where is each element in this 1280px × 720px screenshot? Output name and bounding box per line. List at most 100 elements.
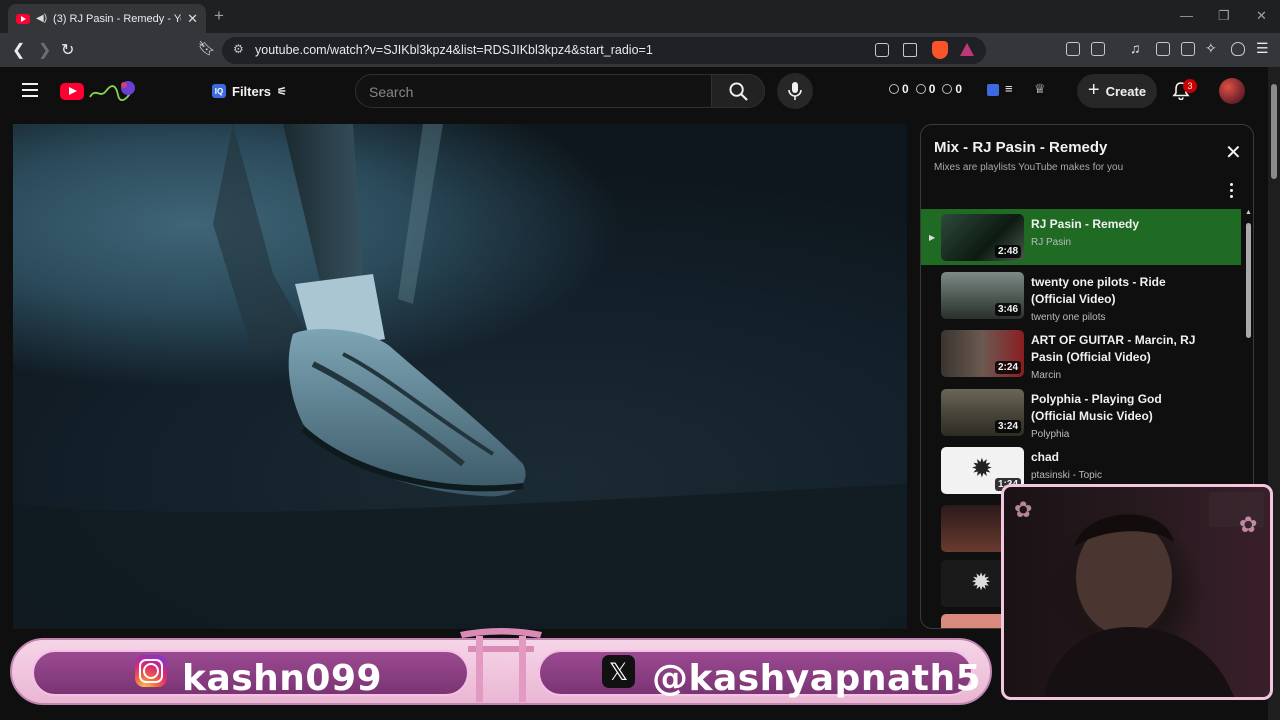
plus-icon: + <box>1087 78 1100 101</box>
webcam-feed: ✿ ✿ <box>1014 492 1264 697</box>
site-info-icon[interactable]: ⚙ <box>233 42 244 56</box>
new-tab-button[interactable]: + <box>214 6 224 26</box>
forward-icon[interactable]: ❯ <box>38 40 51 60</box>
browser-tab-strip: ◀) (3) RJ Pasin - Remedy - YouTube ✕ + —… <box>0 0 1280 33</box>
filters-button[interactable]: IQ Filters ⚟ <box>204 77 292 105</box>
create-button[interactable]: + Create <box>1077 74 1157 108</box>
wallet-icon[interactable] <box>1181 42 1195 56</box>
duration: 3:46 <box>994 303 1021 316</box>
close-window-icon[interactable]: ✕ <box>1256 8 1267 24</box>
duration: 3:24 <box>994 420 1021 433</box>
youtube-header: IQ Filters ⚟ 0 0 0 ≡ ♕ + Create 3 <box>0 67 1268 115</box>
svg-text:✿: ✿ <box>1239 512 1257 537</box>
minimize-icon[interactable]: — <box>1180 8 1193 23</box>
playlist-item[interactable]: 3:46 twenty one pilots - Ride (Official … <box>921 267 1241 323</box>
media-icon[interactable]: ♫ <box>1130 40 1141 56</box>
playlist-subtitle: Mixes are playlists YouTube makes for yo… <box>934 162 1124 173</box>
video-title[interactable]: RJ Pasin - Remedy <box>1031 216 1206 233</box>
voice-search-button[interactable] <box>777 73 813 109</box>
playlist-title[interactable]: Mix - RJ Pasin - Remedy <box>934 139 1107 156</box>
url-text: youtube.com/watch?v=SJIKbl3kpz4&list=RDS… <box>255 43 653 57</box>
share-icon[interactable] <box>903 43 917 57</box>
maximize-icon[interactable]: ❐ <box>1218 8 1230 24</box>
list-icon[interactable]: ≡ <box>1005 81 1013 96</box>
search-button[interactable] <box>711 74 765 108</box>
search-icon <box>729 82 748 101</box>
speaker-icon[interactable]: ◀) <box>36 13 47 24</box>
duration: 2:48 <box>994 245 1021 258</box>
webcam-overlay: ✿ ✿ <box>1001 484 1273 700</box>
browser-menu-icon[interactable]: ☰ <box>1256 40 1269 57</box>
stat-2: 0 <box>928 82 936 96</box>
stat-3: 0 <box>955 82 963 96</box>
star-icon: ✹ <box>971 453 993 483</box>
playlist-item[interactable]: 2:24 ART OF GUITAR - Marcin, RJ Pasin (O… <box>921 325 1241 381</box>
clock-icon <box>889 84 899 94</box>
scroll-up-icon[interactable]: ▲ <box>1245 209 1252 216</box>
playlist-item[interactable]: 3:24 Polyphia - Playing God (Official Mu… <box>921 384 1241 440</box>
video-thumbnail[interactable]: 3:46 <box>941 272 1024 319</box>
browser-toolbar: ❮ ❯ ↻ 🔖︎ ⚙ youtube.com/watch?v=SJIKbl3kp… <box>0 33 1280 67</box>
brave-rewards-icon[interactable] <box>960 43 974 56</box>
youtube-favicon-icon <box>16 13 30 24</box>
microphone-icon <box>788 82 802 100</box>
search-input[interactable] <box>369 82 699 102</box>
tab-title: (3) RJ Pasin - Remedy - YouTube <box>53 12 181 25</box>
leo-ai-icon[interactable]: ✧ <box>1205 40 1217 57</box>
close-tab-icon[interactable]: ✕ <box>187 11 198 27</box>
filters-label: Filters <box>232 83 272 99</box>
sidebar-icon[interactable] <box>1156 42 1170 56</box>
reload-icon[interactable]: ↻ <box>61 40 74 60</box>
youtube-doodle-icon[interactable] <box>88 79 138 103</box>
instagram-handle: kashn099 <box>182 658 383 699</box>
video-thumbnail[interactable]: 2:48 <box>941 214 1024 261</box>
video-thumbnail[interactable]: 2:24 <box>941 330 1024 377</box>
trophy-icon[interactable]: ♕ <box>1034 81 1046 97</box>
channel-name: Marcin <box>1031 370 1062 381</box>
eye-icon <box>915 84 926 94</box>
address-bar[interactable]: ⚙ youtube.com/watch?v=SJIKbl3kpz4&list=R… <box>222 37 986 64</box>
stat-1: 0 <box>902 82 909 96</box>
channel-name: Polyphia <box>1031 429 1070 440</box>
browser-tab[interactable]: ◀) (3) RJ Pasin - Remedy - YouTube ✕ <box>8 4 206 33</box>
back-icon[interactable]: ❮ <box>12 40 25 60</box>
eye-icon <box>942 84 953 94</box>
video-title[interactable]: chad <box>1031 449 1206 466</box>
brave-shield-icon[interactable] <box>932 41 948 59</box>
video-title[interactable]: Polyphia - Playing God (Official Music V… <box>1031 391 1206 425</box>
instagram-icon <box>135 655 167 687</box>
sliders-icon: ⚟ <box>277 85 287 98</box>
duration: 2:24 <box>994 361 1021 374</box>
channel-name: ptasinski - Topic <box>1031 470 1102 481</box>
more-options-icon[interactable] <box>1230 183 1234 199</box>
svg-text:✿: ✿ <box>1014 497 1032 522</box>
translate-icon[interactable] <box>1091 42 1105 56</box>
notification-badge: 3 <box>1183 79 1197 93</box>
create-label: Create <box>1105 83 1147 99</box>
video-title[interactable]: ART OF GUITAR - Marcin, RJ Pasin (Offici… <box>1031 332 1206 366</box>
star-icon: ✹ <box>971 569 992 596</box>
bookmark-icon[interactable]: 🔖︎ <box>198 40 216 57</box>
hamburger-menu-icon[interactable] <box>22 83 38 97</box>
youtube-logo-icon[interactable] <box>60 83 84 100</box>
torii-gate-icon <box>460 628 542 702</box>
video-player[interactable] <box>13 124 907 629</box>
extensions-icon[interactable] <box>1066 42 1080 56</box>
playlist-item[interactable]: ▶ 2:48 RJ Pasin - Remedy RJ Pasin <box>921 209 1241 265</box>
now-playing-icon: ▶ <box>929 233 936 242</box>
video-frame <box>13 124 907 629</box>
close-playlist-icon[interactable]: ✕ <box>1225 143 1242 163</box>
cast-icon[interactable] <box>875 43 889 57</box>
channel-name: twenty one pilots <box>1031 312 1106 323</box>
x-handle: @kashyapnath5 <box>652 658 982 699</box>
iq-extension-icon[interactable] <box>987 84 999 96</box>
video-thumbnail[interactable]: 3:24 <box>941 389 1024 436</box>
instagram-pill: kashn099 <box>32 650 469 699</box>
channel-name: RJ Pasin <box>1031 237 1072 248</box>
video-title[interactable]: twenty one pilots - Ride (Official Video… <box>1031 274 1206 308</box>
avatar[interactable] <box>1219 78 1245 104</box>
vpn-icon[interactable] <box>1231 42 1245 56</box>
filter-extension-icon: IQ <box>212 84 226 98</box>
x-logo-icon: 𝕏 <box>602 655 635 688</box>
extension-stats: 0 0 0 <box>889 82 962 96</box>
